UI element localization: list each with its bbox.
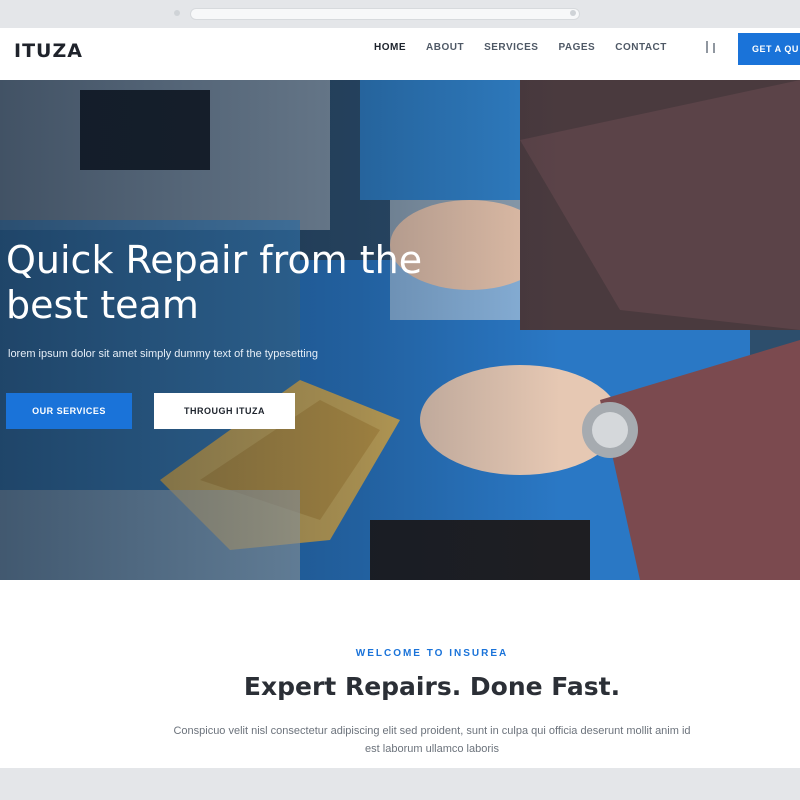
- nav-about[interactable]: ABOUT: [426, 42, 464, 53]
- hero-subtitle: lorem ipsum dolor sit amet simply dummy …: [8, 348, 318, 360]
- nav-services[interactable]: SERVICES: [484, 42, 538, 53]
- browser-frame: ITUZA HOME ABOUT SERVICES PAGES CONTACT …: [0, 0, 800, 800]
- section-title: Expert Repairs. Done Fast.: [243, 672, 621, 701]
- nav-home[interactable]: HOME: [374, 42, 406, 53]
- section-text: Conspicuo velit nisl consectetur adipisc…: [173, 725, 691, 755]
- get-a-quote-button[interactable]: GET A QU: [738, 33, 800, 65]
- hero-overlay: [0, 80, 800, 580]
- welcome-section: WELCOME TO INSUREA Expert Repairs. Done …: [0, 580, 800, 768]
- nav-contact[interactable]: CONTACT: [615, 42, 667, 53]
- our-services-button[interactable]: OUR SERVICES: [6, 393, 132, 429]
- nav-pages[interactable]: PAGES: [558, 42, 595, 53]
- web-page: ITUZA HOME ABOUT SERVICES PAGES CONTACT …: [0, 28, 800, 768]
- browser-dot: [570, 10, 576, 16]
- site-logo[interactable]: ITUZA: [14, 40, 83, 62]
- through-ituza-button[interactable]: THROUGH ITUZA: [154, 393, 295, 429]
- section-eyebrow: WELCOME TO INSUREA: [355, 648, 509, 659]
- hero-banner: Quick Repair from the best team lorem ip…: [0, 80, 800, 580]
- search-icon[interactable]: [704, 39, 720, 57]
- site-header: ITUZA HOME ABOUT SERVICES PAGES CONTACT …: [0, 28, 800, 80]
- browser-dot: [174, 10, 180, 16]
- address-bar[interactable]: [190, 8, 580, 20]
- main-nav: HOME ABOUT SERVICES PAGES CONTACT: [374, 42, 687, 53]
- hero-title: Quick Repair from the best team: [6, 238, 423, 327]
